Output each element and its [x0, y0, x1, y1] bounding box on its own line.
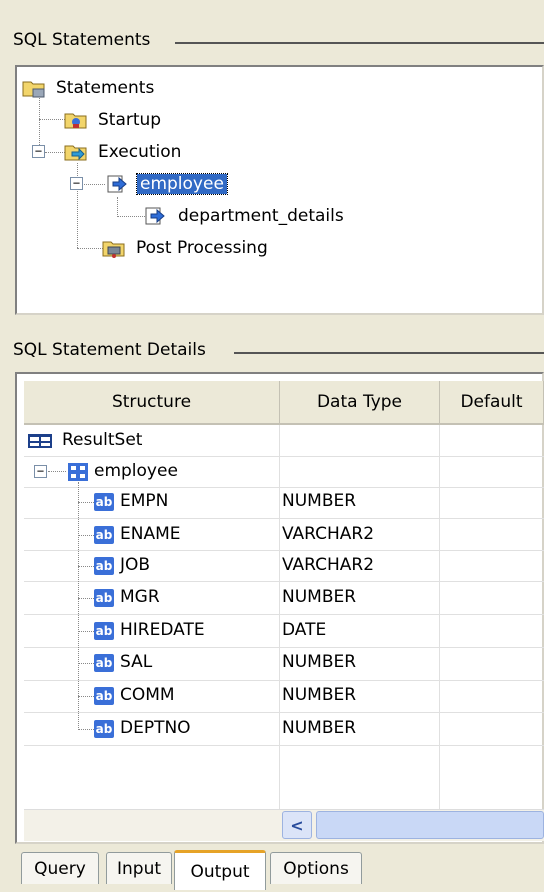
tab-query[interactable]: Query: [21, 852, 99, 884]
field-type: VARCHAR2: [282, 524, 375, 544]
execution-collapse-icon[interactable]: −: [32, 145, 45, 158]
field-name: HIREDATE: [120, 620, 205, 640]
tab-output[interactable]: Output: [174, 850, 266, 890]
tree-item-department-details[interactable]: department_details: [143, 203, 347, 229]
tree-item-post-processing[interactable]: Post Processing: [101, 235, 271, 261]
field-name: ENAME: [120, 524, 181, 544]
field-name: JOB: [120, 555, 151, 575]
employee-structure-label: employee: [94, 461, 178, 481]
field-name: MGR: [120, 587, 160, 607]
sql-statements-title: SQL Statements: [13, 30, 155, 50]
tab-input[interactable]: Input: [106, 852, 172, 884]
field-name: EMPN: [120, 491, 169, 511]
folder-statements-icon: [21, 77, 47, 99]
structure-icon: [66, 461, 92, 483]
text-field-icon: ab: [94, 622, 114, 640]
column-header-structure[interactable]: Structure: [24, 381, 280, 423]
tree-item-statements[interactable]: Statements: [21, 75, 157, 101]
column-header-default[interactable]: Default: [440, 381, 544, 423]
tree-item-startup[interactable]: Startup: [63, 107, 164, 133]
field-name: SAL: [120, 652, 153, 672]
tree-item-employee[interactable]: employee: [105, 171, 228, 197]
field-type: NUMBER: [282, 718, 357, 738]
resultset-label: ResultSet: [62, 430, 143, 450]
statements-tree-panel: − − Statements Startup Execution employe…: [15, 65, 544, 315]
text-field-icon: ab: [94, 526, 114, 544]
statement-arrow-icon: [143, 205, 169, 227]
field-type: VARCHAR2: [282, 555, 375, 575]
text-field-icon: ab: [94, 493, 114, 511]
employee-structure-collapse-icon[interactable]: −: [34, 465, 47, 478]
field-name: DEPTNO: [120, 718, 191, 738]
text-field-icon: ab: [94, 589, 114, 607]
statement-arrow-icon: [105, 173, 131, 195]
folder-startup-icon: [63, 109, 89, 131]
tab-options[interactable]: Options: [270, 852, 362, 884]
group-divider: [175, 42, 544, 44]
field-type: NUMBER: [282, 587, 357, 607]
group-divider: [234, 352, 544, 354]
folder-post-processing-icon: [101, 237, 127, 259]
scrollbar-thumb[interactable]: [316, 811, 544, 839]
table-header: Structure Data Type Default: [24, 381, 544, 425]
field-type: NUMBER: [282, 685, 357, 705]
employee-collapse-icon[interactable]: −: [70, 177, 83, 190]
field-type: NUMBER: [282, 491, 357, 511]
chevron-left-icon: <: [290, 815, 304, 835]
column-header-data-type[interactable]: Data Type: [280, 381, 440, 423]
sql-statement-details-title: SQL Statement Details: [13, 340, 210, 360]
folder-execution-icon: [63, 141, 89, 163]
text-field-icon: ab: [94, 720, 114, 738]
tree-item-execution[interactable]: Execution: [63, 139, 184, 165]
text-field-icon: ab: [94, 687, 114, 705]
field-type: NUMBER: [282, 652, 357, 672]
text-field-icon: ab: [94, 557, 114, 575]
field-name: COMM: [120, 685, 175, 705]
field-type: DATE: [282, 620, 327, 640]
resultset-icon: [27, 430, 53, 452]
text-field-icon: ab: [94, 654, 114, 672]
scroll-left-button[interactable]: <: [282, 811, 312, 839]
